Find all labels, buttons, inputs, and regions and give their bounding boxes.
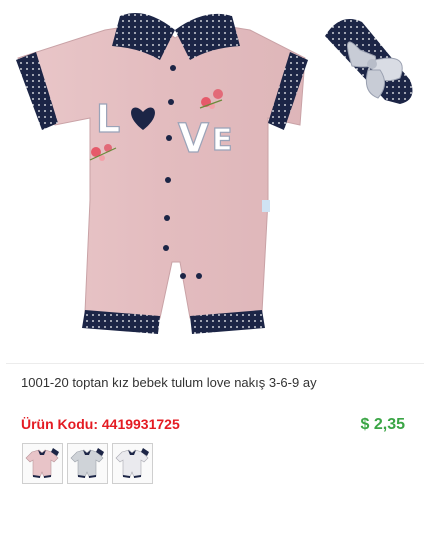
product-card[interactable]: L V E 1001-20 toptan kız bebek tulum lov… [0, 0, 438, 548]
headband [325, 19, 413, 104]
grey-romper-thumbnail[interactable] [67, 443, 108, 484]
product-image[interactable]: L V E [0, 0, 432, 362]
romper-body [17, 21, 306, 319]
label-tag [262, 200, 270, 212]
love-letter-l: L [96, 97, 120, 141]
love-letter-v: V [178, 116, 209, 162]
product-price: $ 2,35 [360, 416, 405, 433]
pink-romper-thumbnail[interactable] [22, 443, 63, 484]
product-code: Ürün Kodu: 4419931725 [21, 416, 180, 432]
divider [6, 363, 424, 364]
thumbnail-strip [22, 443, 153, 484]
love-letter-e: E [212, 123, 233, 158]
product-title[interactable]: 1001-20 toptan kız bebek tulum love nakı… [21, 375, 317, 390]
white-romper-thumbnail[interactable] [112, 443, 153, 484]
